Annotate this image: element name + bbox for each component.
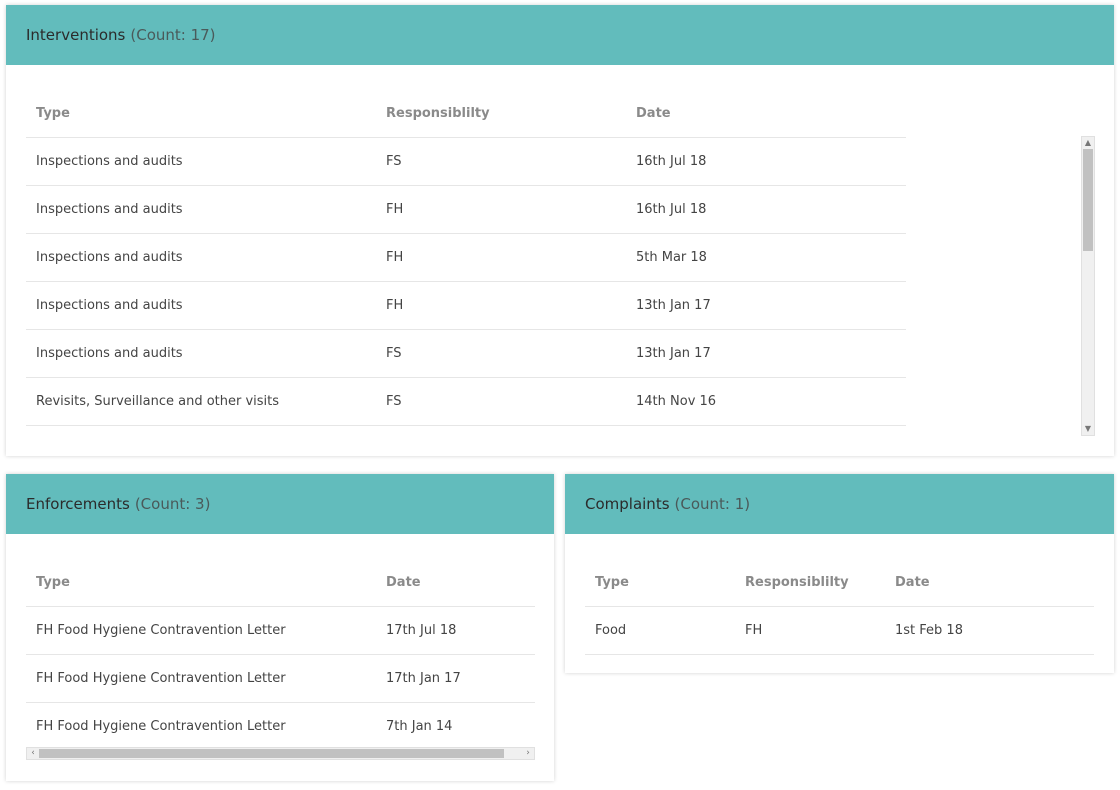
enforcements-horizontal-scrollbar[interactable]: ‹ › (26, 747, 535, 760)
cell-type: FH Food Hygiene Contravention Letter (26, 606, 376, 655)
scrollbar-thumb[interactable] (1083, 149, 1093, 251)
column-header-date[interactable]: Date (376, 558, 535, 607)
cell-date: 14th Nov 16 (626, 377, 906, 426)
cell-date: 13th Jan 17 (626, 329, 906, 378)
enforcements-panel: Enforcements (Count: 3) Type Date FH Foo… (6, 474, 554, 781)
scroll-right-icon[interactable]: › (522, 748, 534, 759)
table-row: Inspections and audits FH 13th Jan 17 (26, 281, 906, 330)
cell-date: 13th Jan 17 (626, 281, 906, 330)
cell-date: 5th Mar 18 (626, 233, 906, 282)
complaints-panel: Complaints (Count: 1) Type Responsiblilt… (565, 474, 1114, 673)
cell-date: 7th Jan 14 (386, 719, 453, 734)
cell-date: 1st Feb 18 (885, 606, 1094, 655)
cell-type: FH Food Hygiene Contravention Letter (36, 719, 286, 734)
complaints-title: Complaints (585, 495, 670, 513)
complaints-count: (Count: 1) (674, 495, 751, 513)
table-row: Food FH 1st Feb 18 (585, 606, 1094, 655)
table-row: FH Food Hygiene Contravention Letter 17t… (26, 654, 535, 703)
interventions-vertical-scrollbar[interactable]: ▲ ▼ (1081, 136, 1095, 436)
complaints-header: Complaints (Count: 1) (565, 474, 1114, 534)
column-header-type[interactable]: Type (26, 558, 376, 607)
cell-type: Inspections and audits (26, 281, 376, 330)
complaints-header-row: Type Responsiblilty Date (585, 558, 1094, 607)
table-row: Inspections and audits FH 5th Mar 18 (26, 233, 906, 282)
cell-date: 17th Jan 17 (376, 654, 535, 703)
interventions-table-container[interactable]: Type Responsiblilty Date Inspections and… (26, 89, 906, 435)
cell-responsibility: FH (735, 606, 885, 655)
cell-type: Revisits, Surveillance and other visits (26, 377, 376, 426)
column-header-responsibility[interactable]: Responsiblilty (735, 558, 885, 607)
complaints-table-container: Type Responsiblilty Date Food FH 1st Feb… (585, 558, 1094, 655)
cell-type: Inspections and audits (26, 137, 376, 186)
cell-date: 16th Jul 18 (626, 185, 906, 234)
interventions-header: Interventions (Count: 17) (6, 5, 1114, 65)
table-row: Revisits, Surveillance and other visits … (26, 377, 906, 426)
complaints-table: Type Responsiblilty Date Food FH 1st Feb… (585, 558, 1094, 655)
interventions-table: Type Responsiblilty Date Inspections and… (26, 89, 906, 435)
column-header-type[interactable]: Type (26, 89, 376, 138)
table-row: Inspections and audits FS 16th Jul 18 (26, 137, 906, 186)
cell-type: Inspections and audits (26, 329, 376, 378)
scroll-down-icon[interactable]: ▼ (1082, 423, 1094, 435)
cell-type: Inspections and audits (26, 233, 376, 282)
interventions-count: (Count: 17) (130, 26, 216, 44)
enforcements-header-row: Type Date (26, 558, 535, 607)
enforcements-table-container[interactable]: Type Date FH Food Hygiene Contravention … (26, 558, 535, 744)
cell-responsibility: FS (376, 377, 626, 426)
table-row: Inspections and audits FH 16th Jul 18 (26, 185, 906, 234)
scroll-left-icon[interactable]: ‹ (27, 748, 39, 759)
cell-responsibility: FS (376, 329, 626, 378)
cell-type: Inspections and audits (26, 185, 376, 234)
enforcements-table: Type Date FH Food Hygiene Contravention … (26, 558, 535, 744)
cell-responsibility: FH (376, 233, 626, 282)
cell-responsibility: FH (376, 185, 626, 234)
cell-responsibility: FS (376, 137, 626, 186)
enforcements-count: (Count: 3) (134, 495, 211, 513)
column-header-date[interactable]: Date (885, 558, 1094, 607)
column-header-type[interactable]: Type (585, 558, 735, 607)
scrollbar-thumb[interactable] (39, 749, 504, 758)
cell-type: FH Food Hygiene Contravention Letter (26, 654, 376, 703)
cell-responsibility: FH (376, 281, 626, 330)
cell-date: 16th Jul 18 (626, 137, 906, 186)
table-row: FH Food Hygiene Contravention Letter 17t… (26, 606, 535, 655)
table-row (26, 425, 906, 435)
interventions-header-row: Type Responsiblilty Date (26, 89, 906, 138)
enforcements-title: Enforcements (26, 495, 130, 513)
scroll-up-icon[interactable]: ▲ (1082, 137, 1094, 149)
table-row: Inspections and audits FS 13th Jan 17 (26, 329, 906, 378)
enforcements-header: Enforcements (Count: 3) (6, 474, 554, 534)
column-header-date[interactable]: Date (626, 89, 906, 138)
column-header-responsibility[interactable]: Responsiblilty (376, 89, 626, 138)
cell-date: 17th Jul 18 (376, 606, 535, 655)
cell-type: Food (585, 606, 735, 655)
interventions-title: Interventions (26, 26, 126, 44)
table-row: FH Food Hygiene Contravention Letter 7th… (26, 703, 535, 745)
interventions-panel: Interventions (Count: 17) Type Responsib… (6, 5, 1114, 456)
